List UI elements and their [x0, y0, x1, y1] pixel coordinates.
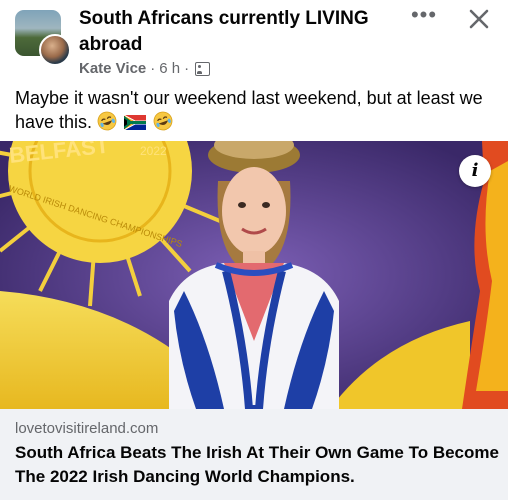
group-members-icon — [195, 61, 211, 76]
link-domain: lovetovisitireland.com — [15, 420, 159, 437]
author-avatar[interactable] — [39, 34, 71, 66]
close-icon[interactable] — [464, 4, 494, 34]
more-options-button[interactable]: ••• — [409, 4, 439, 30]
post-body: Maybe it wasn't our weekend last weekend… — [15, 86, 495, 137]
post-header: South Africans currently LIVING abroad K… — [0, 0, 508, 82]
author-name-link[interactable]: Kate Vice — [79, 60, 146, 77]
group-name-link[interactable]: South Africans currently LIVING abroad — [79, 6, 379, 58]
rofl-emoji-2 — [153, 111, 173, 137]
rofl-emoji — [97, 111, 117, 137]
group-avatar[interactable] — [15, 10, 71, 66]
post-photo[interactable]: BELFAST 2022 WORLD IRISH DANCING CHAMPIO… — [0, 141, 508, 409]
photo-illustration: BELFAST 2022 WORLD IRISH DANCING CHAMPIO… — [0, 141, 508, 409]
info-icon[interactable]: i — [459, 155, 491, 187]
link-title[interactable]: South Africa Beats The Irish At Their Ow… — [15, 441, 500, 489]
meta-separator: · — [150, 60, 156, 77]
post-meta: Kate Vice · 6 h · — [79, 60, 211, 77]
banner-year: 2022 — [140, 144, 167, 158]
meta-separator-2: · — [184, 60, 190, 77]
south-africa-flag-emoji — [123, 112, 147, 131]
post-text: Maybe it wasn't our weekend last weekend… — [15, 88, 483, 132]
post-timestamp[interactable]: 6 h — [159, 60, 180, 77]
